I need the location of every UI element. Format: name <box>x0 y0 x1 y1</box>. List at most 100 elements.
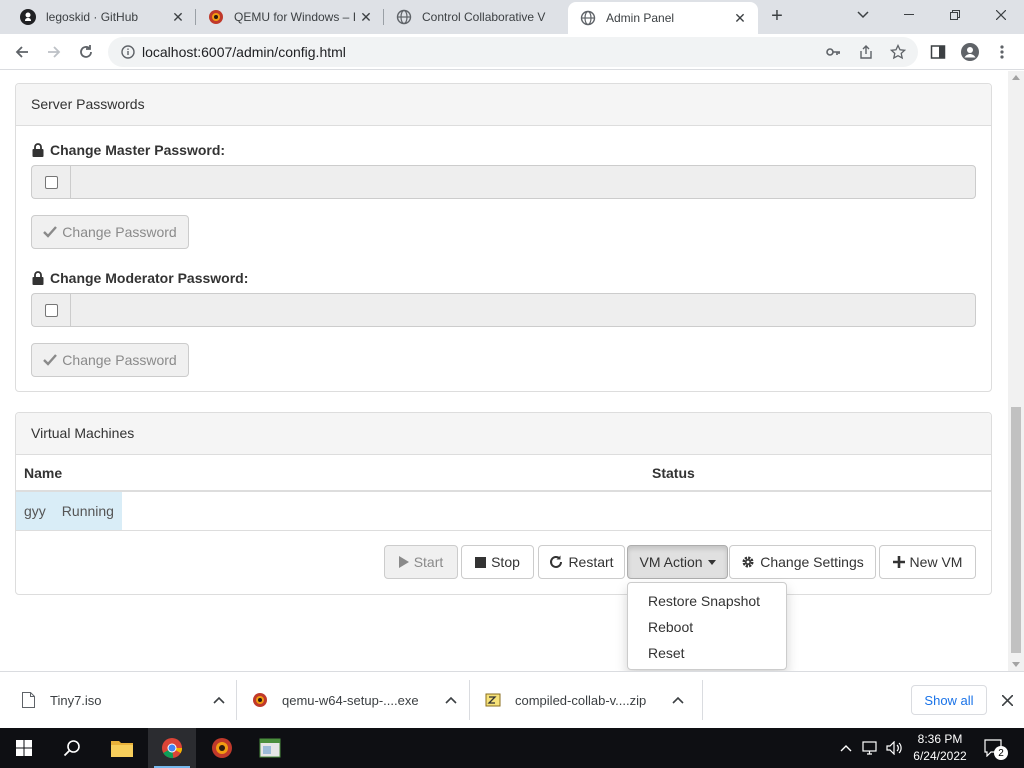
github-icon <box>20 9 36 25</box>
scroll-up-arrow[interactable] <box>1012 75 1020 80</box>
qemu-icon <box>252 692 268 708</box>
tab-title: QEMU for Windows – I <box>234 10 357 24</box>
system-clock[interactable]: 8:36 PM 6/24/2022 <box>905 731 975 765</box>
back-button[interactable] <box>10 40 34 64</box>
menu-item-reboot[interactable]: Reboot <box>628 614 786 640</box>
side-panel-icon[interactable] <box>926 40 950 64</box>
server-passwords-panel: Server Passwords Change Master Password:… <box>15 83 992 392</box>
tab-qemu[interactable]: QEMU for Windows – I ✕ <box>196 0 384 34</box>
download-item[interactable]: compiled-collab-v....zip <box>485 672 685 728</box>
moderator-password-group <box>31 293 976 327</box>
vm-action-dropdown-button[interactable]: VM Action <box>627 545 728 579</box>
close-icon[interactable] <box>997 690 1017 710</box>
vm-table-header: Name Status <box>16 455 991 492</box>
moderator-password-checkbox-addon[interactable] <box>31 293 70 327</box>
vm-action-menu: Restore Snapshot Reboot Reset <box>627 582 787 670</box>
refresh-icon <box>549 555 563 569</box>
download-filename: qemu-w64-setup-....exe <box>282 692 419 708</box>
download-item[interactable]: Tiny7.iso <box>20 672 226 728</box>
new-vm-button[interactable]: New VM <box>879 545 976 579</box>
address-bar[interactable]: localhost:6007/admin/config.html <box>108 37 918 67</box>
panel-heading: Server Passwords <box>16 84 991 126</box>
download-shelf: Tiny7.iso qemu-w64-setup-....exe compile… <box>0 671 1024 728</box>
tab-admin-panel[interactable]: Admin Panel ✕ <box>568 2 758 34</box>
bookmark-star-icon[interactable] <box>886 40 910 64</box>
menu-item-reset[interactable]: Reset <box>628 640 786 666</box>
new-tab-button[interactable]: + <box>766 5 788 27</box>
master-password-group <box>31 165 976 199</box>
moderator-password-checkbox[interactable] <box>44 303 58 317</box>
page-content: Server Passwords Change Master Password:… <box>0 71 1008 671</box>
caret-down-icon <box>707 559 716 565</box>
close-icon[interactable]: ✕ <box>358 9 374 25</box>
moderator-password-field[interactable] <box>70 293 976 327</box>
chevron-up-icon[interactable] <box>212 693 226 707</box>
restart-button[interactable]: Restart <box>538 545 625 579</box>
column-header-status: Status <box>652 465 695 481</box>
close-window-button[interactable] <box>978 0 1024 30</box>
page-scrollbar[interactable] <box>1008 71 1024 671</box>
checkmark-icon <box>43 226 58 238</box>
menu-kebab-icon[interactable] <box>990 40 1014 64</box>
master-password-field[interactable] <box>70 165 976 199</box>
clock-time: 8:36 PM <box>917 732 963 746</box>
share-icon[interactable] <box>854 40 878 64</box>
stop-button[interactable]: Stop <box>461 545 534 579</box>
chevron-up-icon[interactable] <box>671 693 685 707</box>
tab-github[interactable]: legoskid · GitHub ✕ <box>8 0 196 34</box>
close-icon[interactable]: ✕ <box>732 10 748 26</box>
notification-center-icon[interactable]: 2 <box>980 728 1008 768</box>
change-settings-button[interactable]: Change Settings <box>729 545 876 579</box>
clock-date: 6/24/2022 <box>913 749 967 763</box>
menu-item-restore-snapshot[interactable]: Restore Snapshot <box>628 588 786 614</box>
network-icon[interactable] <box>860 728 882 768</box>
master-password-checkbox-addon[interactable] <box>31 165 70 199</box>
tab-control-collaborative[interactable]: Control Collaborative V <box>384 0 568 34</box>
tab-strip: legoskid · GitHub ✕ QEMU for Windows – I… <box>0 0 1024 34</box>
info-icon[interactable] <box>120 44 136 60</box>
url-text: localhost:6007/admin/config.html <box>142 44 346 60</box>
tab-search-chevron-icon[interactable] <box>840 0 886 30</box>
stop-icon <box>475 556 487 568</box>
windows-start-icon[interactable] <box>0 728 48 768</box>
minimize-button[interactable] <box>886 0 932 30</box>
master-password-checkbox[interactable] <box>44 175 58 189</box>
virtual-machines-panel: Virtual Machines Name Status gyy Running… <box>15 412 992 595</box>
forward-button[interactable] <box>42 40 66 64</box>
change-master-password-button[interactable]: Change Password <box>31 215 189 249</box>
notification-badge: 2 <box>994 746 1008 760</box>
qemu-icon[interactable] <box>198 728 246 768</box>
column-header-name: Name <box>24 465 63 481</box>
tab-title: Admin Panel <box>606 11 675 25</box>
change-moderator-password-button[interactable]: Change Password <box>31 343 189 377</box>
browser-toolbar: localhost:6007/admin/config.html <box>0 34 1024 70</box>
file-explorer-icon[interactable] <box>98 728 146 768</box>
play-icon <box>398 556 409 568</box>
plus-icon <box>892 556 905 568</box>
app-window-icon[interactable] <box>246 728 294 768</box>
download-item[interactable]: qemu-w64-setup-....exe <box>252 672 458 728</box>
close-icon[interactable]: ✕ <box>170 9 186 25</box>
globe-icon <box>396 9 412 25</box>
chevron-up-icon[interactable] <box>836 728 856 768</box>
chevron-up-icon[interactable] <box>444 693 458 707</box>
restore-button[interactable] <box>932 0 978 30</box>
scroll-down-arrow[interactable] <box>1012 662 1020 667</box>
profile-avatar-icon[interactable] <box>958 40 982 64</box>
reload-button[interactable] <box>74 40 98 64</box>
scrollbar-thumb[interactable] <box>1011 407 1021 653</box>
show-all-downloads-button[interactable]: Show all <box>911 685 987 715</box>
master-password-label: Change Master Password: <box>32 142 225 158</box>
start-button[interactable]: Start <box>384 545 458 579</box>
chrome-icon[interactable] <box>148 728 196 768</box>
key-icon[interactable] <box>821 40 845 64</box>
tab-title: Control Collaborative V <box>422 10 546 24</box>
table-row[interactable]: gyy Running <box>16 492 122 530</box>
search-icon[interactable] <box>48 728 96 768</box>
panel-heading: Virtual Machines <box>16 413 991 455</box>
globe-icon <box>580 10 596 26</box>
windows-taskbar: 8:36 PM 6/24/2022 2 <box>0 728 1024 768</box>
download-filename: Tiny7.iso <box>50 692 102 708</box>
volume-icon[interactable] <box>884 728 906 768</box>
vm-name-cell: gyy <box>24 503 46 519</box>
